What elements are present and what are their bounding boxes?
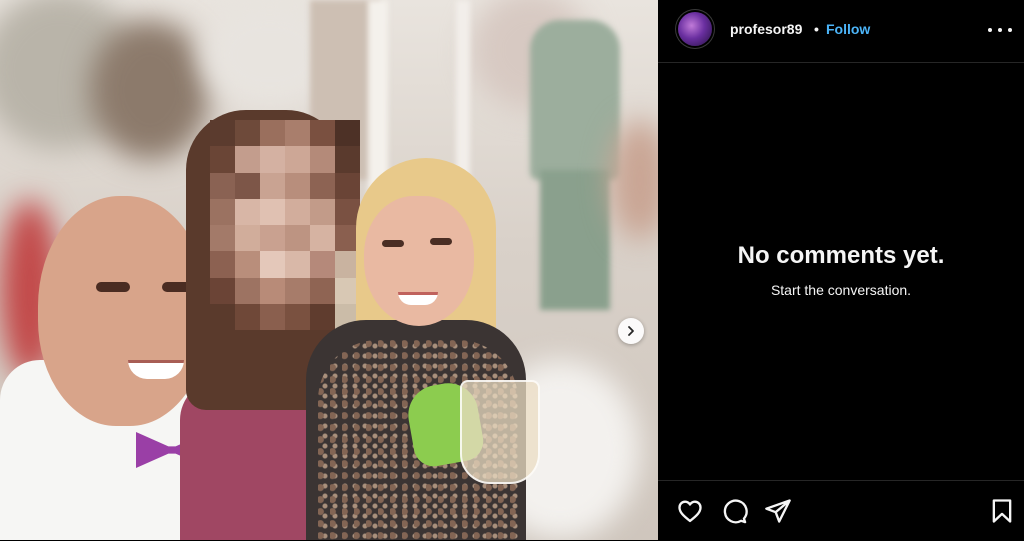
man-face	[38, 196, 208, 426]
blonde-eye	[430, 238, 452, 245]
more-dot	[998, 28, 1002, 32]
separator-dot: •	[814, 21, 819, 37]
like-button[interactable]	[676, 497, 704, 525]
background-person	[530, 20, 620, 180]
avatar[interactable]	[678, 12, 712, 46]
empty-comments-title: No comments yet.	[737, 242, 945, 269]
pixelated-face	[210, 120, 360, 330]
more-options-button[interactable]	[988, 20, 1012, 40]
blonde-eye	[382, 240, 404, 247]
save-button[interactable]	[988, 497, 1016, 525]
chevron-right-icon	[628, 326, 634, 336]
more-horizontal-icon	[988, 28, 992, 32]
comment-icon	[723, 499, 748, 524]
empty-comments-subtitle: Start the conversation.	[770, 282, 912, 298]
background-blur	[90, 20, 210, 160]
more-dot	[1008, 28, 1012, 32]
share-button[interactable]	[764, 497, 792, 525]
wine-glass	[460, 380, 540, 484]
heart-icon	[678, 500, 702, 523]
post-image[interactable]	[0, 0, 658, 540]
bookmark-icon	[992, 499, 1012, 523]
background-person	[540, 170, 610, 310]
comments-panel: profesor89 • Follow No comments yet. Sta…	[658, 0, 1024, 540]
action-bar	[658, 480, 1024, 541]
follow-button[interactable]: Follow	[826, 21, 870, 37]
post-header: profesor89 • Follow	[658, 0, 1024, 63]
background-blur	[610, 120, 658, 240]
carousel-next-button[interactable]	[618, 318, 644, 344]
share-icon	[765, 499, 791, 523]
username-link[interactable]: profesor89	[730, 21, 802, 37]
comment-button[interactable]	[720, 497, 748, 525]
blonde-face	[364, 196, 474, 326]
man-eye	[96, 282, 130, 292]
